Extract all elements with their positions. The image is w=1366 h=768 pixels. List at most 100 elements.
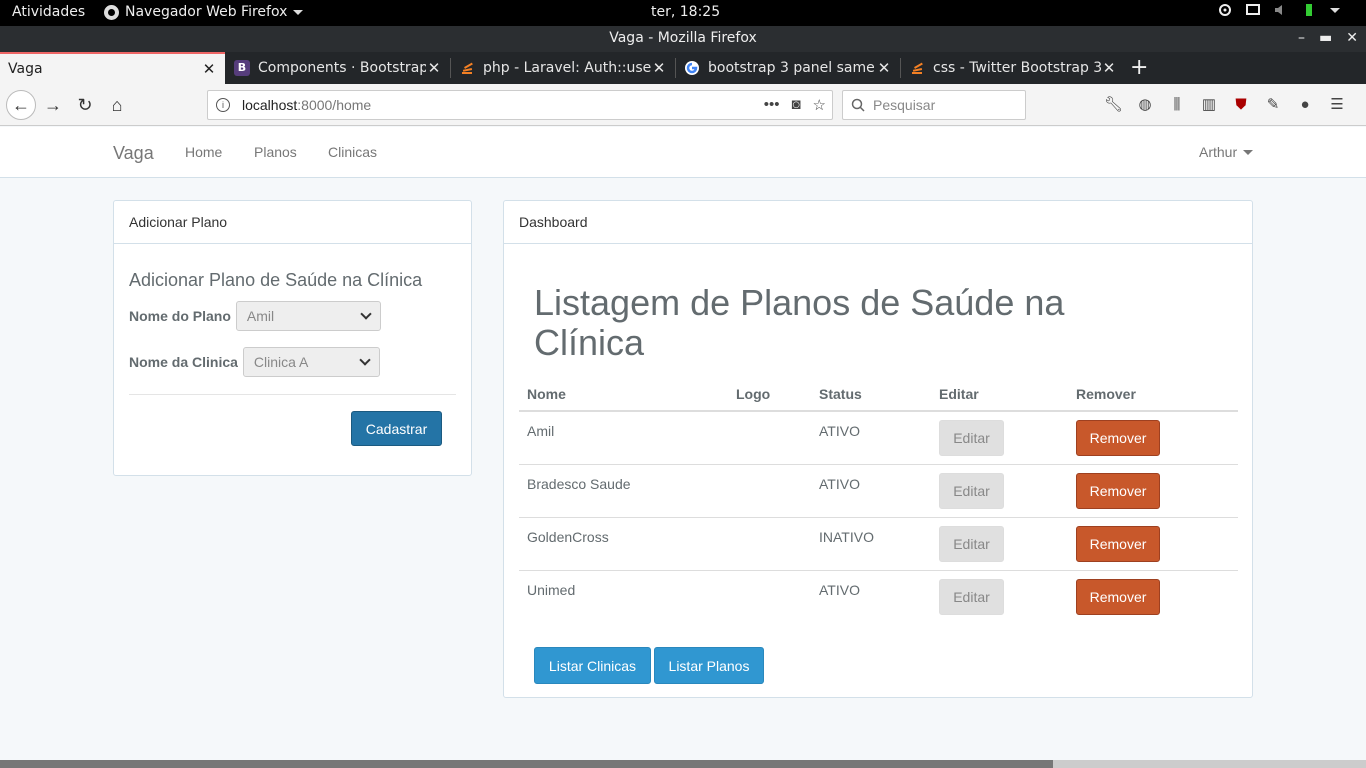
globe-icon[interactable]: ◍ <box>1136 96 1154 114</box>
column-header-logo: Logo <box>728 377 811 412</box>
edit-cell: Editar <box>931 411 1068 465</box>
new-tab-icon[interactable]: + <box>1130 55 1148 80</box>
tab-laravel-auth[interactable]: php - Laravel: Auth::user() ✕ <box>451 52 675 84</box>
close-tab-icon[interactable]: ✕ <box>1101 59 1117 77</box>
clinic-select[interactable]: Clinica A <box>242 347 380 377</box>
remove-cell: Remover <box>1068 464 1238 518</box>
stackoverflow-icon <box>912 62 923 74</box>
plan-name-label: Nome do Plano <box>129 308 231 324</box>
close-window-icon[interactable]: ✕ <box>1346 30 1358 46</box>
plan-select[interactable]: Amil <box>235 301 381 331</box>
home-button[interactable]: ⌂ <box>102 90 132 120</box>
url-host: localhost <box>242 97 298 113</box>
plan-status-cell: INATIVO <box>811 517 931 571</box>
column-header-nome: Nome <box>519 377 728 412</box>
bookmark-star-icon[interactable]: ☆ <box>813 96 826 114</box>
edit-button[interactable]: Editar <box>939 420 1004 456</box>
google-icon <box>685 61 699 75</box>
user-menu[interactable]: Arthur <box>1199 144 1254 160</box>
back-button[interactable]: ← <box>6 90 36 120</box>
column-header-status: Status <box>811 377 931 412</box>
add-plan-panel: Adicionar Plano Adicionar Plano de Saúde… <box>113 200 472 476</box>
app-menu-label: Navegador Web Firefox <box>125 4 288 20</box>
app-menu[interactable]: Navegador Web Firefox <box>104 4 304 20</box>
forward-button[interactable]: → <box>38 90 68 120</box>
clinic-name-label: Nome da Clinica <box>129 354 238 370</box>
search-icon <box>851 98 865 112</box>
scrollbar-thumb[interactable] <box>0 760 1053 768</box>
table-row: Unimed ATIVO Editar Remover <box>519 570 1238 623</box>
sidebar-icon[interactable]: ▥ <box>1200 96 1218 114</box>
list-clinics-button[interactable]: Listar Clinicas <box>534 647 651 684</box>
library-icon[interactable]: ⫼ <box>1168 96 1186 114</box>
tab-bootstrap-components[interactable]: B Components · Bootstrap ✕ <box>226 52 450 84</box>
plan-select-value: Amil <box>246 308 275 324</box>
minimize-icon[interactable]: – <box>1298 30 1305 46</box>
list-plans-button[interactable]: Listar Planos <box>654 647 764 684</box>
nav-planos[interactable]: Planos <box>254 144 297 160</box>
table-row: GoldenCross INATIVO Editar Remover <box>519 517 1238 571</box>
edit-button[interactable]: Editar <box>939 525 1004 562</box>
search-box[interactable] <box>842 90 1026 120</box>
brand-link[interactable]: Vaga <box>113 143 154 164</box>
chevron-down-icon <box>360 308 372 320</box>
plan-name-cell: GoldenCross <box>519 517 728 571</box>
close-tab-icon[interactable]: ✕ <box>651 59 667 77</box>
nav-clinicas[interactable]: Clinicas <box>328 144 377 160</box>
menu-icon[interactable]: ☰ <box>1328 96 1346 114</box>
close-tab-icon[interactable]: ✕ <box>201 60 217 78</box>
activities-button[interactable]: Atividades <box>12 4 85 20</box>
column-header-remover: Remover <box>1068 377 1238 412</box>
table-row: Bradesco Saude ATIVO Editar Remover <box>519 464 1238 518</box>
cadastrar-button[interactable]: Cadastrar <box>351 411 442 446</box>
tab-label: Components · Bootstrap <box>258 60 426 76</box>
tab-css-bootstrap[interactable]: css - Twitter Bootstrap 3 ✕ <box>901 52 1125 84</box>
info-icon[interactable]: i <box>216 98 230 112</box>
chevron-down-icon <box>359 354 371 366</box>
tab-bootstrap-panel[interactable]: bootstrap 3 panel same h ✕ <box>676 52 900 84</box>
toolbar-icons: 🔧︎ ◍ ⫼ ▥ ⛊ ✎ ● ☰ <box>1104 96 1346 114</box>
search-input[interactable] <box>873 97 1013 113</box>
url-actions: ••• ◙ ☆ <box>764 96 826 114</box>
edit-button[interactable]: Editar <box>939 578 1004 615</box>
caret-down-icon <box>1243 149 1254 155</box>
clinic-select-value: Clinica A <box>253 354 309 370</box>
panel-heading: Adicionar Plano <box>114 201 471 244</box>
eyedropper-icon[interactable]: ✎ <box>1264 96 1282 114</box>
edit-cell: Editar <box>931 464 1068 518</box>
ublock-icon[interactable]: ⛊ <box>1232 96 1250 114</box>
pocket-icon[interactable]: ◙ <box>791 96 800 114</box>
tab-label: Vaga <box>8 61 43 77</box>
page-content: Vaga Home Planos Clinicas Arthur Adicion… <box>0 127 1366 760</box>
remove-button[interactable]: Remover <box>1076 578 1160 615</box>
url-bar[interactable]: i localhost:8000/home ••• ◙ ☆ <box>207 90 833 120</box>
maximize-icon[interactable]: ▬ <box>1319 30 1332 46</box>
remove-cell: Remover <box>1068 570 1238 623</box>
nav-home[interactable]: Home <box>185 144 222 160</box>
add-plan-form: Adicionar Plano de Saúde na Clínica Nome… <box>129 270 456 377</box>
close-tab-icon[interactable]: ✕ <box>426 59 442 77</box>
caret-down-icon <box>293 9 304 15</box>
firefox-icon <box>104 4 119 20</box>
page-actions-icon[interactable]: ••• <box>764 96 780 114</box>
remove-button[interactable]: Remover <box>1076 472 1160 509</box>
remove-button[interactable]: Remover <box>1076 420 1160 456</box>
close-tab-icon[interactable]: ✕ <box>876 59 892 77</box>
clock[interactable]: ter, 18:25 <box>651 4 720 20</box>
tab-vaga[interactable]: Vaga ✕ <box>0 52 225 84</box>
stackoverflow-icon <box>462 62 473 74</box>
extension-icon[interactable]: ● <box>1296 96 1314 114</box>
user-name: Arthur <box>1199 144 1238 160</box>
plan-name-cell: Unimed <box>527 581 576 598</box>
app-navbar: Vaga Home Planos Clinicas Arthur <box>0 127 1366 178</box>
wrench-icon[interactable]: 🔧︎ <box>1104 96 1123 114</box>
plan-logo-cell <box>728 411 811 465</box>
horizontal-scrollbar[interactable] <box>0 760 1366 768</box>
system-top-bar: Atividades Navegador Web Firefox ter, 18… <box>0 0 1366 26</box>
reload-button[interactable]: ↻ <box>70 90 100 120</box>
plan-name-cell: Bradesco Saude <box>519 464 728 518</box>
system-tray[interactable] <box>1218 3 1340 17</box>
remove-button[interactable]: Remover <box>1076 525 1160 562</box>
url-path: :8000/home <box>297 97 372 113</box>
edit-button[interactable]: Editar <box>939 472 1004 509</box>
